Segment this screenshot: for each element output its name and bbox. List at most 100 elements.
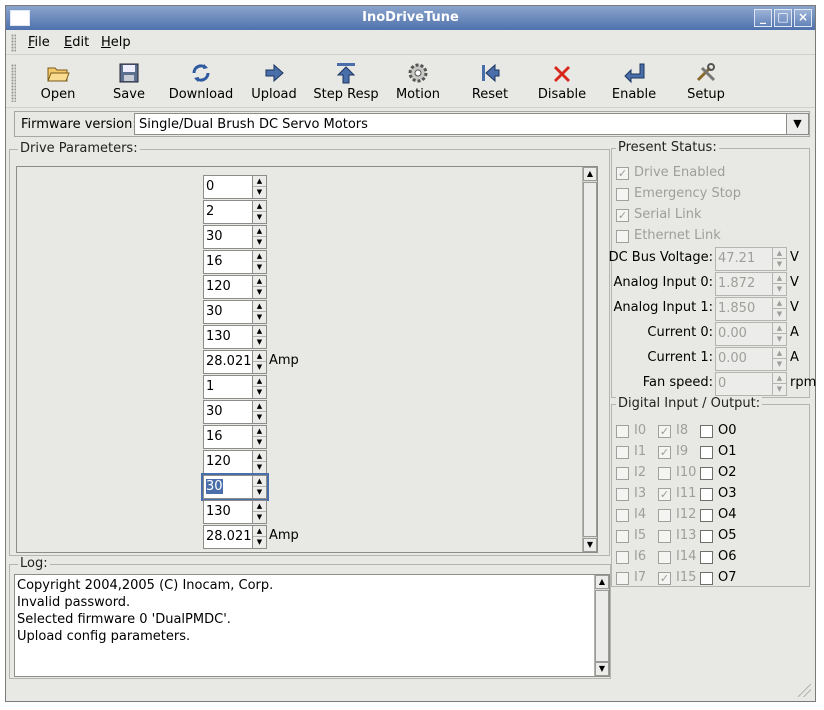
spin-up-icon[interactable]: ▲ bbox=[253, 201, 266, 212]
param-value[interactable]: 120 bbox=[206, 279, 231, 294]
param-value[interactable]: 1 bbox=[206, 379, 214, 394]
spin-buttons[interactable]: ▲ ▼ bbox=[252, 276, 266, 298]
param-value[interactable]: 28.021 bbox=[206, 354, 252, 369]
params-scrollbar[interactable]: ▲ ▼ bbox=[582, 167, 597, 552]
spin-buttons[interactable]: ▲ ▼ bbox=[252, 501, 266, 523]
param-value[interactable]: 16 bbox=[206, 254, 223, 269]
spin-up-icon[interactable]: ▲ bbox=[253, 226, 266, 237]
spin-up-icon[interactable]: ▲ bbox=[253, 451, 266, 462]
digital-output-label[interactable]: O4 bbox=[718, 507, 737, 522]
spin-down-icon[interactable]: ▼ bbox=[253, 387, 266, 398]
digital-output-label[interactable]: O0 bbox=[718, 423, 737, 438]
toolbar-grip[interactable] bbox=[11, 64, 16, 102]
spin-buttons[interactable]: ▲ ▼ bbox=[252, 176, 266, 198]
step-resp-button[interactable]: Step Resp bbox=[310, 62, 382, 106]
spin-buttons[interactable]: ▲ ▼ bbox=[252, 301, 266, 323]
digital-output-checkbox[interactable] bbox=[700, 572, 713, 585]
scroll-down-icon[interactable]: ▼ bbox=[583, 538, 597, 552]
upload-button[interactable]: Upload bbox=[238, 62, 310, 106]
param-value[interactable]: 30 bbox=[206, 229, 223, 244]
spin-buttons[interactable]: ▲ ▼ bbox=[252, 201, 266, 223]
param-value[interactable]: 16 bbox=[206, 429, 223, 444]
spin-buttons[interactable]: ▲ ▼ bbox=[252, 526, 266, 548]
digital-output-label[interactable]: O2 bbox=[718, 465, 737, 480]
spin-down-icon[interactable]: ▼ bbox=[253, 187, 266, 198]
spin-buttons[interactable]: ▲ ▼ bbox=[252, 251, 266, 273]
param-spinbox[interactable]: 30 ▲ ▼ bbox=[203, 225, 267, 249]
resize-grip[interactable] bbox=[797, 683, 811, 697]
close-button[interactable]: × bbox=[794, 9, 812, 27]
param-value[interactable]: 30 bbox=[206, 304, 223, 319]
param-spinbox[interactable]: 130 ▲ ▼ bbox=[203, 325, 267, 349]
spin-up-icon[interactable]: ▲ bbox=[253, 301, 266, 312]
digital-output-label[interactable]: O5 bbox=[718, 528, 737, 543]
disable-button[interactable]: Disable bbox=[526, 62, 598, 106]
spin-buttons[interactable]: ▲ ▼ bbox=[252, 451, 266, 473]
param-spinbox[interactable]: 1 ▲ ▼ bbox=[203, 375, 267, 399]
enable-button[interactable]: Enable bbox=[598, 62, 670, 106]
menubar-grip[interactable] bbox=[11, 34, 16, 52]
param-value[interactable]: 0 bbox=[206, 179, 214, 194]
digital-output-checkbox[interactable] bbox=[700, 467, 713, 480]
spin-down-icon[interactable]: ▼ bbox=[253, 212, 266, 223]
spin-down-icon[interactable]: ▼ bbox=[253, 462, 266, 473]
log-scrollbar[interactable]: ▲ ▼ bbox=[594, 575, 609, 676]
maximize-button[interactable]: □ bbox=[774, 9, 792, 27]
save-button[interactable]: Save bbox=[93, 62, 165, 106]
scroll-down-icon[interactable]: ▼ bbox=[595, 662, 609, 676]
download-button[interactable]: Download bbox=[165, 62, 237, 106]
spin-buttons[interactable]: ▲ ▼ bbox=[252, 401, 266, 423]
spin-buttons[interactable]: ▲ ▼ bbox=[252, 476, 266, 498]
log-text-area[interactable]: Copyright 2004,2005 (C) Inocam, Corp. In… bbox=[14, 574, 610, 677]
spin-up-icon[interactable]: ▲ bbox=[253, 326, 266, 337]
spin-down-icon[interactable]: ▼ bbox=[253, 487, 266, 498]
digital-output-checkbox[interactable] bbox=[700, 551, 713, 564]
spin-up-icon[interactable]: ▲ bbox=[253, 526, 266, 537]
param-value[interactable]: 30 bbox=[206, 479, 223, 494]
log-scroll-thumb[interactable] bbox=[595, 590, 609, 662]
param-spinbox[interactable]: 120 ▲ ▼ bbox=[203, 450, 267, 474]
reset-button[interactable]: Reset bbox=[454, 62, 526, 106]
param-value[interactable]: 130 bbox=[206, 504, 231, 519]
motion-button[interactable]: Motion bbox=[382, 62, 454, 106]
spin-down-icon[interactable]: ▼ bbox=[253, 262, 266, 273]
param-value[interactable]: 130 bbox=[206, 329, 231, 344]
digital-output-checkbox[interactable] bbox=[700, 530, 713, 543]
spin-up-icon[interactable]: ▲ bbox=[253, 176, 266, 187]
spin-down-icon[interactable]: ▼ bbox=[253, 362, 266, 373]
spin-buttons[interactable]: ▲ ▼ bbox=[252, 351, 266, 373]
param-spinbox[interactable]: 120 ▲ ▼ bbox=[203, 275, 267, 299]
digital-output-checkbox[interactable] bbox=[700, 509, 713, 522]
spin-up-icon[interactable]: ▲ bbox=[253, 476, 266, 487]
spin-down-icon[interactable]: ▼ bbox=[253, 312, 266, 323]
spin-down-icon[interactable]: ▼ bbox=[253, 437, 266, 448]
param-spinbox[interactable]: 16 ▲ ▼ bbox=[203, 425, 267, 449]
spin-buttons[interactable]: ▲ ▼ bbox=[252, 226, 266, 248]
setup-button[interactable]: Setup bbox=[670, 62, 742, 106]
firmware-select[interactable]: Single/Dual Brush DC Servo Motors ▼ bbox=[134, 113, 809, 135]
digital-output-label[interactable]: O7 bbox=[718, 570, 737, 585]
spin-buttons[interactable]: ▲ ▼ bbox=[252, 326, 266, 348]
menu-edit[interactable]: Edit bbox=[64, 35, 89, 50]
scroll-up-icon[interactable]: ▲ bbox=[595, 575, 609, 589]
spin-down-icon[interactable]: ▼ bbox=[253, 412, 266, 423]
param-value[interactable]: 2 bbox=[206, 204, 214, 219]
param-value[interactable]: 30 bbox=[206, 404, 223, 419]
spin-up-icon[interactable]: ▲ bbox=[253, 376, 266, 387]
param-spinbox[interactable]: 2 ▲ ▼ bbox=[203, 200, 267, 224]
menu-help[interactable]: Help bbox=[101, 35, 131, 50]
params-scroll-thumb[interactable] bbox=[583, 182, 597, 537]
digital-output-label[interactable]: O3 bbox=[718, 486, 737, 501]
spin-up-icon[interactable]: ▲ bbox=[253, 401, 266, 412]
digital-output-label[interactable]: O6 bbox=[718, 549, 737, 564]
spin-down-icon[interactable]: ▼ bbox=[253, 512, 266, 523]
param-value[interactable]: 120 bbox=[206, 454, 231, 469]
spin-up-icon[interactable]: ▲ bbox=[253, 501, 266, 512]
param-spinbox[interactable]: 130 ▲ ▼ bbox=[203, 500, 267, 524]
param-spinbox[interactable]: 30 ▲ ▼ bbox=[201, 473, 269, 501]
param-spinbox[interactable]: 0 ▲ ▼ bbox=[203, 175, 267, 199]
open-button[interactable]: Open bbox=[22, 62, 94, 106]
param-spinbox[interactable]: 28.021 ▲ ▼ bbox=[203, 350, 267, 374]
title-bar[interactable]: InoDriveTune _ □ × bbox=[6, 6, 815, 30]
param-spinbox[interactable]: 30 ▲ ▼ bbox=[203, 300, 267, 324]
